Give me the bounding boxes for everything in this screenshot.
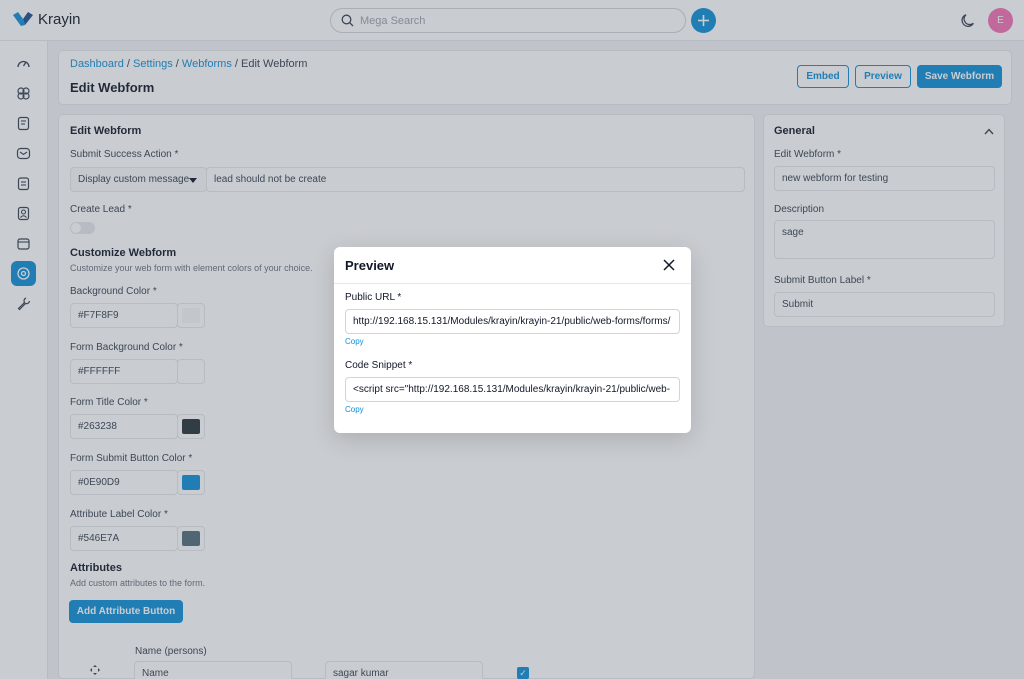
copy-public-url-link[interactable]: Copy: [345, 337, 364, 346]
code-snippet-input[interactable]: <script src="http://192.168.15.131/Modul…: [345, 377, 680, 402]
close-icon[interactable]: [661, 257, 677, 273]
public-url-input[interactable]: http://192.168.15.131/Modules/krayin/kra…: [345, 309, 680, 334]
modal-header: Preview: [334, 247, 691, 284]
copy-code-snippet-link[interactable]: Copy: [345, 405, 364, 414]
preview-modal: Preview Public URL * http://192.168.15.1…: [334, 247, 691, 433]
modal-title: Preview: [345, 258, 395, 273]
code-snippet-label: Code Snippet *: [345, 360, 413, 371]
public-url-label: Public URL *: [345, 292, 402, 303]
